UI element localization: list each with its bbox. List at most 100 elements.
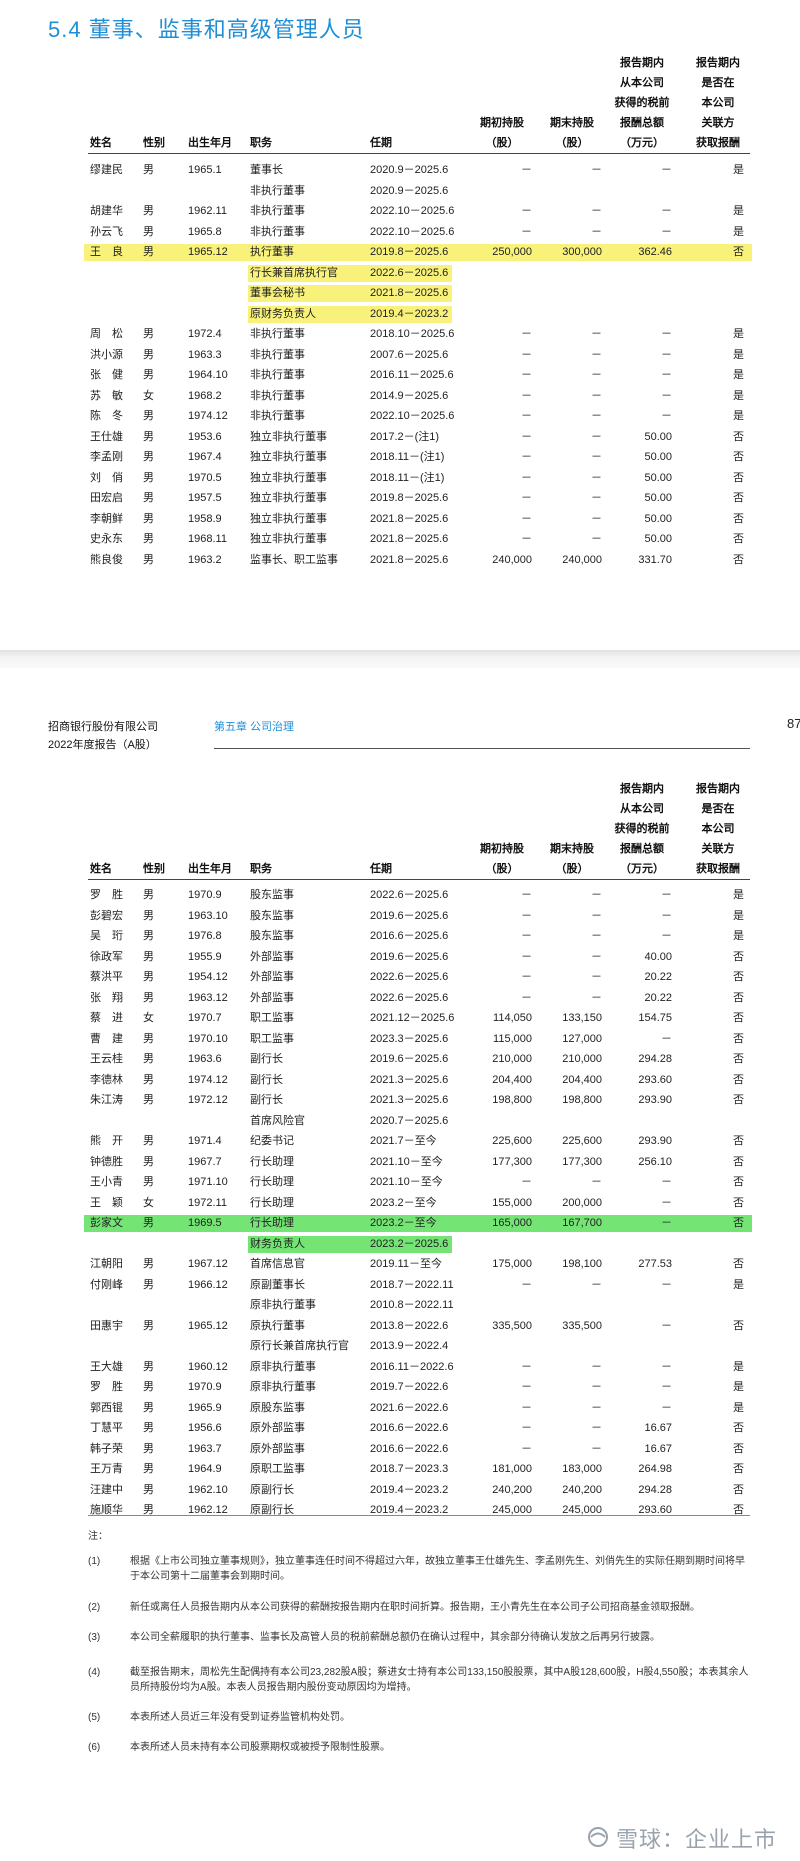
cell-end: 210,000 xyxy=(562,1053,602,1065)
cell-start: 181,000 xyxy=(492,1463,532,1475)
column-header-related-line-1: 报告期内 xyxy=(696,57,740,69)
cell-start: － xyxy=(521,369,532,381)
column-header-position: 职务 xyxy=(250,137,272,149)
cell-gender: 男 xyxy=(143,1463,154,1475)
cell-pos: 股东监事 xyxy=(250,889,294,901)
note-number: (1) xyxy=(88,1556,101,1567)
cell-birth: 1974.12 xyxy=(188,1073,228,1086)
cell-pos: 行长助理 xyxy=(250,1217,294,1229)
cell-end: 300,000 xyxy=(562,246,602,258)
cell-birth: 1974.12 xyxy=(188,410,228,422)
cell-end: 127,000 xyxy=(562,1032,602,1045)
column-header-start-shares-line-1: 期初持股 xyxy=(480,117,524,129)
cell-start: － xyxy=(521,410,532,422)
cell-term: 2021.6－2022.6 xyxy=(370,1401,449,1414)
cell-rel: 否 xyxy=(733,471,744,484)
cell-start: － xyxy=(521,471,532,484)
cell-birth: 1970.10 xyxy=(188,1032,228,1045)
cell-rel: 否 xyxy=(733,1032,744,1045)
cell-gender: 男 xyxy=(143,492,154,504)
cell-start: － xyxy=(521,533,532,545)
cell-term: 2021.8－2025.6 xyxy=(370,553,449,566)
cell-pay: 20.22 xyxy=(644,991,672,1004)
cell-end: 245,000 xyxy=(562,1504,602,1516)
cell-rel: 否 xyxy=(733,1196,744,1209)
cell-rel: 否 xyxy=(733,1217,744,1229)
column-header-term: 任期 xyxy=(370,863,392,875)
cell-term: 2016.6－2022.6 xyxy=(370,1422,449,1434)
cell-pos: 外部监事 xyxy=(250,991,294,1004)
section-title: 5.4 董事、监事和高级管理人员 xyxy=(48,17,365,42)
cell-pos: 原职工监事 xyxy=(250,1463,305,1475)
cell-pay: 264.98 xyxy=(638,1463,672,1475)
cell-term: 2019.8－2025.6 xyxy=(370,492,449,504)
cell-end: － xyxy=(591,369,602,381)
cell-pos: 原外部监事 xyxy=(250,1442,305,1455)
cell-birth: 1965.12 xyxy=(188,1319,228,1332)
cell-term: 2022.6－2025.6 xyxy=(370,889,449,901)
cell-term: 2022.6－2025.6 xyxy=(370,971,449,983)
company-name: 招商银行股份有限公司 2022年度报告（A股） xyxy=(48,718,158,754)
cell-rel: 否 xyxy=(733,1135,744,1147)
cell-term: 2021.12－2025.6 xyxy=(370,1012,455,1024)
cell-term: 2010.8－2022.11 xyxy=(370,1299,454,1311)
cell-gender: 男 xyxy=(143,971,154,983)
page-1: 5.4 董事、监事和高级管理人员 姓名 性别 出生年月 职务 任期 期初持股 （股） 期末持股… xyxy=(0,0,800,650)
cell-start: － xyxy=(521,164,532,176)
cell-term: 2018.11－(注1) xyxy=(370,451,445,463)
cell-pay: 294.28 xyxy=(638,1053,672,1065)
cell-end: － xyxy=(591,1360,602,1373)
cell-gender: 男 xyxy=(143,1360,154,1373)
cell-rel: 否 xyxy=(733,1319,744,1332)
column-header-term: 任期 xyxy=(370,137,392,149)
cell-start: － xyxy=(521,1401,532,1414)
cell-pos: 独立非执行董事 xyxy=(250,512,327,525)
cell-pay: 293.60 xyxy=(638,1504,672,1516)
cell-pay: 331.70 xyxy=(638,553,672,566)
cell-rel: 否 xyxy=(733,950,744,963)
cell-birth: 1963.3 xyxy=(188,348,222,361)
cell-start: － xyxy=(521,512,532,525)
cell-pay: － xyxy=(661,328,672,340)
cell-gender: 男 xyxy=(143,328,154,340)
cell-name: 蔡 进 xyxy=(90,1012,123,1024)
cell-end: － xyxy=(591,930,602,942)
company-name-line-1: 招商银行股份有限公司 xyxy=(48,721,158,733)
cell-gender: 男 xyxy=(143,369,154,381)
cell-pos: 职工监事 xyxy=(250,1012,294,1024)
cell-gender: 女 xyxy=(143,1196,154,1209)
cell-name: 徐政军 xyxy=(90,950,123,963)
cell-pos: 行长助理 xyxy=(250,1155,294,1168)
cell-name: 丁慧平 xyxy=(90,1422,123,1434)
cell-name: 曹 建 xyxy=(90,1032,123,1045)
cell-pay: 294.28 xyxy=(638,1483,672,1496)
cell-name: 彭家文 xyxy=(90,1217,123,1229)
cell-pos: 非执行董事 xyxy=(250,410,305,422)
cell-gender: 男 xyxy=(143,1217,154,1229)
cell-start: － xyxy=(521,991,532,1004)
cell-pos: 独立非执行董事 xyxy=(250,533,327,545)
table-2-bottom-rule xyxy=(88,1515,750,1516)
cell-pos: 非执行董事 xyxy=(250,369,305,381)
cell-end: － xyxy=(591,971,602,983)
header-rule xyxy=(214,748,750,749)
column-header-end-shares-line-1: 期末持股 xyxy=(550,843,594,855)
cell-name: 熊 开 xyxy=(90,1135,123,1147)
cell-rel: 是 xyxy=(733,1381,744,1393)
cell-term: 2021.3－2025.6 xyxy=(370,1094,449,1106)
cell-birth: 1976.8 xyxy=(188,930,222,942)
cell-pay: 277.53 xyxy=(638,1258,672,1270)
cell-name: 田惠宇 xyxy=(90,1319,123,1332)
cell-name: 熊良俊 xyxy=(90,553,123,566)
cell-end: － xyxy=(591,512,602,525)
cell-start: － xyxy=(521,950,532,963)
cell-end: － xyxy=(591,1381,602,1393)
cell-rel: 否 xyxy=(733,991,744,1004)
cell-start: － xyxy=(521,451,532,463)
cell-term: 2007.6－2025.6 xyxy=(370,348,449,361)
cell-pos: 非执行董事 xyxy=(250,184,305,197)
cell-birth: 1958.9 xyxy=(188,512,222,525)
cell-start: 250,000 xyxy=(492,246,532,258)
cell-gender: 男 xyxy=(143,930,154,942)
cell-pay: 16.67 xyxy=(644,1422,672,1434)
